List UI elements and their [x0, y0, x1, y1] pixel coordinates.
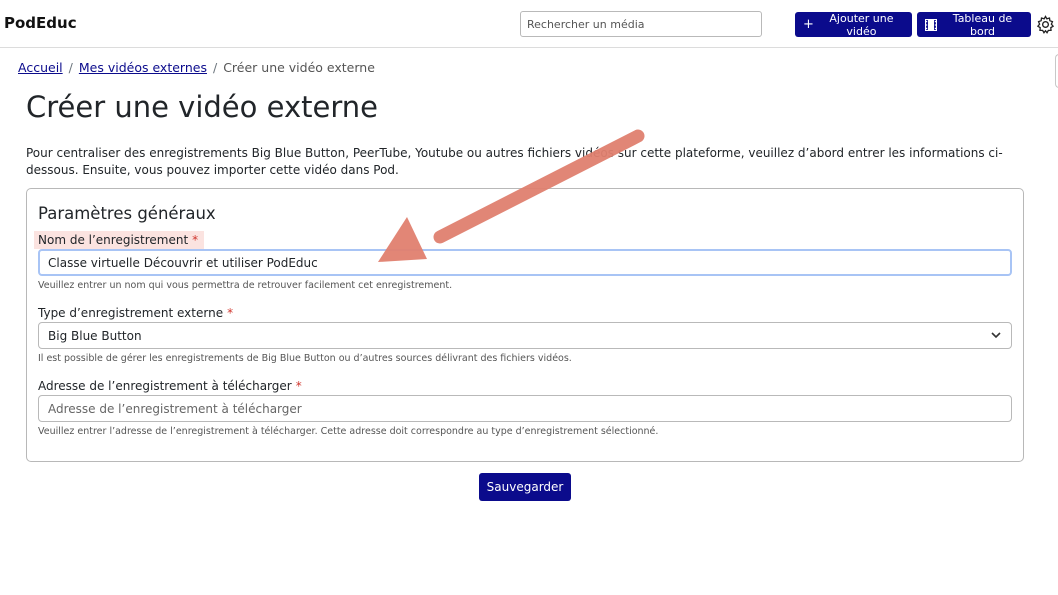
url-label-text: Adresse de l’enregistrement à télécharge…: [38, 379, 292, 393]
plus-icon: +: [803, 17, 814, 32]
intro-text: Pour centraliser des enregistrements Big…: [26, 146, 1003, 177]
type-select-value: Big Blue Button: [48, 328, 142, 343]
page-title: Créer une vidéo externe: [26, 90, 378, 124]
breadcrumb-home-link[interactable]: Accueil: [18, 60, 63, 75]
url-label: Adresse de l’enregistrement à télécharge…: [38, 379, 302, 393]
dashboard-label: Tableau de bord: [952, 11, 1013, 38]
add-video-label: Ajouter une vidéo: [829, 11, 894, 38]
top-navbar: PodEduc + Ajouter une vidéo Tableau de b…: [0, 0, 1058, 48]
required-mark: *: [192, 233, 199, 247]
name-label: Nom de l’enregistrement *: [34, 231, 205, 249]
dashboard-button[interactable]: Tableau de bord: [917, 11, 1031, 38]
brand-logo[interactable]: PodEduc: [4, 14, 77, 32]
type-select[interactable]: Big Blue Button: [38, 322, 1012, 349]
type-label: Type d’enregistrement externe *: [38, 306, 233, 320]
url-help-text: Veuillez entrer l’adresse de l’enregistr…: [38, 426, 659, 437]
required-mark: *: [295, 379, 302, 393]
save-button[interactable]: Sauvegarder: [479, 473, 571, 501]
breadcrumb-external-videos-link[interactable]: Mes vidéos externes: [79, 60, 207, 75]
required-mark: *: [227, 306, 234, 320]
film-icon: [925, 18, 937, 31]
type-label-text: Type d’enregistrement externe: [38, 306, 224, 320]
name-input[interactable]: [38, 249, 1012, 276]
chevron-down-icon: [991, 332, 1001, 339]
gear-icon[interactable]: [1036, 15, 1055, 34]
breadcrumb-current: Créer une vidéo externe: [223, 60, 375, 75]
name-label-text: Nom de l’enregistrement: [38, 233, 189, 247]
search-input[interactable]: [520, 11, 762, 37]
name-help-text: Veuillez entrer un nom qui vous permettr…: [38, 280, 453, 291]
url-input[interactable]: [38, 395, 1012, 422]
section-title: Paramètres généraux: [38, 204, 216, 223]
add-video-button[interactable]: + Ajouter une vidéo: [795, 11, 912, 38]
type-help-text: Il est possible de gérer les enregistrem…: [38, 353, 572, 364]
breadcrumb: Accueil / Mes vidéos externes / Créer une vi…: [18, 60, 375, 75]
